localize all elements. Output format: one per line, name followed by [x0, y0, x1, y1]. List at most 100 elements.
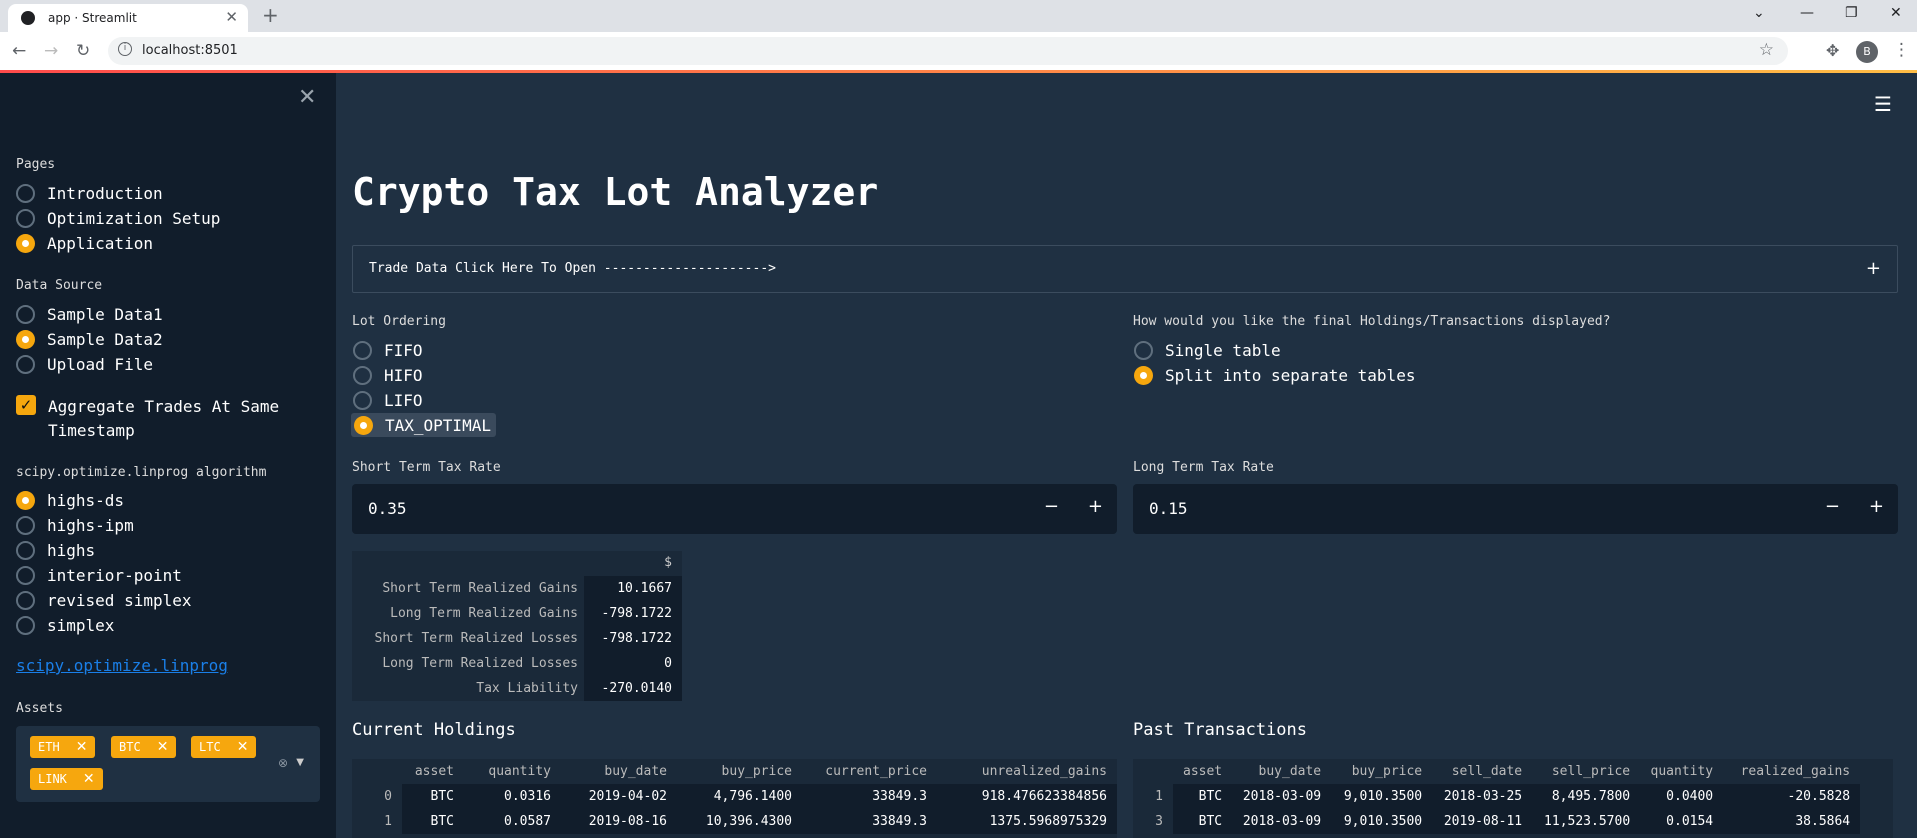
radio-fifo[interactable]: FIFO [353, 339, 423, 361]
radio-circle [16, 354, 35, 374]
remove-chip-icon[interactable]: ✕ [76, 739, 88, 755]
long-term-rate-input[interactable]: 0.15 − + [1133, 484, 1898, 534]
stats-row: Tax Liability -270.0140 [352, 676, 682, 701]
streamlit-favicon-icon [21, 11, 35, 25]
display-label: How would you like the final Holdings/Tr… [1133, 314, 1611, 329]
radio-circle-selected [16, 233, 35, 253]
table-row: 1 BTC 0.0587 2019-08-16 10,396.4300 3384… [352, 809, 1117, 834]
back-icon[interactable]: ← [12, 41, 26, 61]
past-transactions-title: Past Transactions [1133, 720, 1307, 740]
asset-chip-eth: ETH ✕ [30, 736, 96, 758]
expand-plus-icon: + [1865, 258, 1881, 279]
site-info-icon[interactable]: i [118, 42, 132, 56]
short-term-rate-input[interactable]: 0.35 − + [352, 484, 1117, 534]
current-holdings-title: Current Holdings [352, 720, 516, 740]
radio-interior-point[interactable]: interior-point [16, 564, 182, 586]
decrement-button[interactable]: − [1044, 496, 1059, 517]
page-title: Crypto Tax Lot Analyzer [352, 170, 879, 214]
nav-bar: ← → ↻ i localhost:8501 ☆ [0, 32, 1917, 70]
radio-simplex[interactable]: simplex [16, 614, 114, 636]
holdings-table: asset quantity buy_date buy_price curren… [352, 759, 1117, 838]
browser-tab[interactable]: app · Streamlit ✕ [8, 4, 248, 32]
radio-circle-selected [1134, 365, 1153, 385]
checkmark-icon: ✓ [16, 395, 36, 415]
table-header-row: asset buy_date buy_price sell_date sell_… [1183, 764, 1851, 779]
radio-highs-ipm[interactable]: highs-ipm [16, 514, 134, 536]
bookmark-star-icon[interactable]: ☆ [1759, 40, 1774, 60]
radio-circle [1134, 340, 1153, 360]
stats-header: $ [664, 555, 672, 570]
short-term-rate-value: 0.35 [368, 499, 407, 518]
remove-chip-icon[interactable]: ✕ [157, 739, 169, 755]
address-bar[interactable]: i localhost:8501 ☆ [108, 37, 1788, 65]
radio-tax-optimal[interactable]: TAX_OPTIMAL [351, 413, 496, 437]
table-row: 1 BTC 2018-03-09 9,010.3500 2018-03-25 8… [1133, 784, 1861, 809]
radio-page-introduction[interactable]: Introduction [16, 182, 163, 204]
aggregate-trades-checkbox[interactable]: ✓ Aggregate Trades At Same Timestamp [16, 395, 306, 443]
profile-avatar[interactable]: B [1856, 41, 1878, 63]
tab-title: app · Streamlit [48, 11, 137, 25]
window-close-icon[interactable]: ✕ [1890, 5, 1902, 21]
radio-circle [16, 615, 35, 635]
trade-data-expander[interactable]: Trade Data Click Here To Open ----------… [352, 245, 1898, 293]
decrement-button[interactable]: − [1825, 496, 1840, 517]
radio-upload-file[interactable]: Upload File [16, 353, 153, 375]
radio-sample-data2[interactable]: Sample Data2 [16, 328, 163, 350]
assets-multiselect[interactable]: ETH ✕ BTC ✕ LTC ✕ LINK ✕ ⊗ ▼ [16, 726, 320, 802]
hamburger-menu-icon[interactable]: ☰ [1874, 92, 1892, 116]
radio-revised-simplex[interactable]: revised simplex [16, 589, 192, 611]
minimize-icon[interactable]: — [1800, 5, 1814, 21]
radio-circle [16, 183, 35, 203]
remove-chip-icon[interactable]: ✕ [83, 771, 95, 787]
forward-icon[interactable]: → [44, 41, 58, 61]
sidebar: ✕ Pages Introduction Optimization Setup … [0, 73, 336, 838]
tax-summary-table: $ Short Term Realized Gains 10.1667 Long … [352, 551, 682, 701]
radio-circle [353, 365, 372, 385]
long-term-rate-label: Long Term Tax Rate [1133, 460, 1274, 475]
remove-chip-icon[interactable]: ✕ [237, 739, 249, 755]
browser-chrome: app · Streamlit ✕ + ⌄ — ❐ ✕ ← → ↻ i loca… [0, 0, 1917, 70]
radio-single-table[interactable]: Single table [1134, 339, 1281, 361]
url-text: localhost:8501 [142, 43, 238, 58]
stats-row: Short Term Realized Gains 10.1667 [352, 576, 682, 601]
dropdown-arrow-icon[interactable]: ▼ [296, 757, 304, 768]
long-term-rate-value: 0.15 [1149, 499, 1188, 518]
short-term-rate-label: Short Term Tax Rate [352, 460, 501, 475]
radio-page-application[interactable]: Application [16, 232, 153, 254]
expander-label: Trade Data Click Here To Open ----------… [369, 261, 776, 276]
new-tab-icon[interactable]: + [262, 3, 279, 27]
reload-icon[interactable]: ↻ [76, 41, 90, 61]
radio-circle [16, 515, 35, 535]
radio-page-optimization-setup[interactable]: Optimization Setup [16, 207, 220, 229]
close-sidebar-icon[interactable]: ✕ [298, 85, 316, 110]
tab-search-icon[interactable]: ⌄ [1753, 5, 1765, 21]
asset-chip-link: LINK ✕ [30, 768, 103, 790]
radio-highs[interactable]: highs [16, 539, 95, 561]
table-row: 0 BTC 0.0316 2019-04-02 4,796.1400 33849… [352, 784, 1117, 809]
aggregate-trades-label: Aggregate Trades At Same Timestamp [48, 397, 280, 440]
radio-circle-selected [354, 415, 373, 435]
transactions-table: asset buy_date buy_price sell_date sell_… [1133, 759, 1893, 838]
lot-ordering-label: Lot Ordering [352, 314, 446, 329]
asset-chip-ltc: LTC ✕ [191, 736, 257, 758]
table-header-row: asset quantity buy_date buy_price curren… [414, 764, 1107, 779]
radio-highs-ds[interactable]: highs-ds [16, 489, 124, 511]
pages-label: Pages [16, 157, 56, 172]
data-source-label: Data Source [16, 278, 103, 293]
close-tab-icon[interactable]: ✕ [225, 8, 238, 26]
radio-circle [353, 390, 372, 410]
assets-label: Assets [16, 701, 63, 716]
radio-hifo[interactable]: HIFO [353, 364, 423, 386]
browser-menu-icon[interactable]: ⋮ [1893, 40, 1910, 60]
extensions-icon[interactable]: ✥ [1826, 41, 1839, 60]
increment-button[interactable]: + [1088, 496, 1103, 517]
linprog-docs-link[interactable]: scipy.optimize.linprog [16, 656, 228, 675]
radio-circle [16, 304, 35, 324]
increment-button[interactable]: + [1869, 496, 1884, 517]
radio-lifo[interactable]: LIFO [353, 389, 423, 411]
clear-all-icon[interactable]: ⊗ [278, 756, 288, 770]
radio-split-tables[interactable]: Split into separate tables [1134, 364, 1415, 386]
radio-sample-data1[interactable]: Sample Data1 [16, 303, 163, 325]
restore-icon[interactable]: ❐ [1845, 5, 1858, 21]
radio-circle [16, 590, 35, 610]
